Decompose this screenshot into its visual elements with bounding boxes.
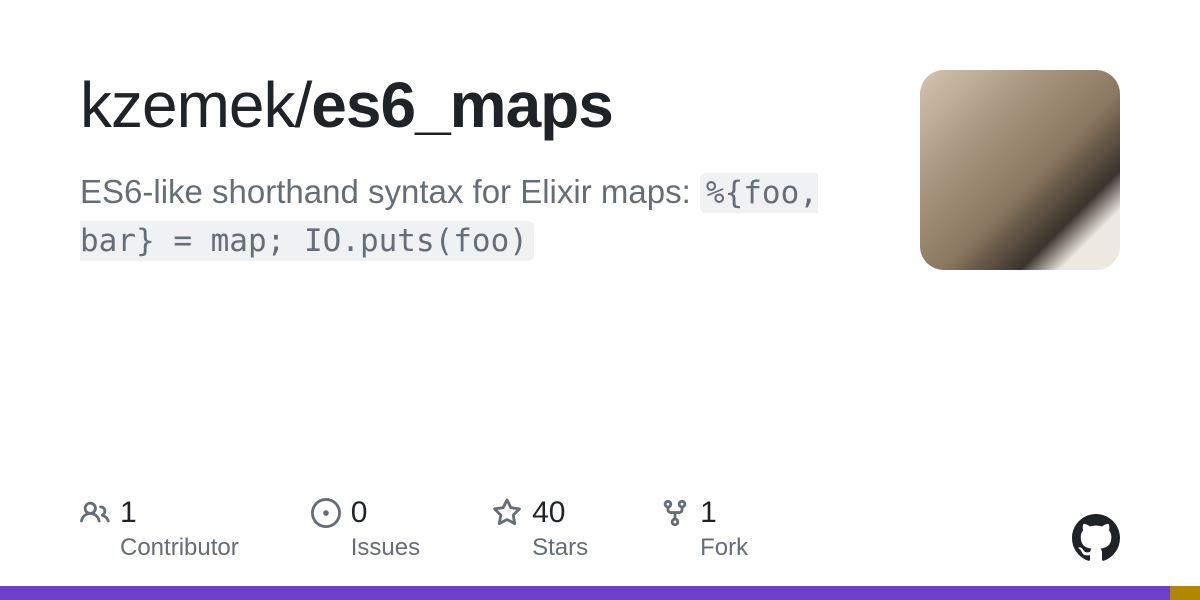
stat-forks[interactable]: 1 Fork [660,496,748,562]
repo-stats: 1 Contributor 0 Issues 40 Stars 1 Fork [80,496,748,562]
people-icon [80,498,110,528]
contributors-label: Contributor [120,534,239,562]
repo-description: ES6-like shorthand syntax for Elixir map… [80,168,880,264]
stat-issues[interactable]: 0 Issues [311,496,420,562]
forks-label: Fork [700,534,748,562]
stars-label: Stars [532,534,588,562]
star-icon [492,498,522,528]
issues-count: 0 [351,496,368,530]
repo-content: kzemek/es6_maps ES6-like shorthand synta… [80,70,920,264]
issues-label: Issues [351,534,420,562]
repo-title[interactable]: kzemek/es6_maps [80,70,880,140]
issue-icon [311,498,341,528]
contributors-count: 1 [120,496,137,530]
repo-name: es6_maps [311,69,613,141]
github-logo-icon[interactable] [1072,514,1120,562]
language-bar [0,586,1200,600]
stat-stars[interactable]: 40 Stars [492,496,588,562]
repo-owner: kzemek [80,69,295,141]
description-text: ES6-like shorthand syntax for Elixir map… [80,173,700,210]
forks-count: 1 [700,496,717,530]
stat-contributors[interactable]: 1 Contributor [80,496,239,562]
fork-icon [660,498,690,528]
repo-card-main: kzemek/es6_maps ES6-like shorthand synta… [0,0,1200,270]
owner-avatar[interactable] [920,70,1120,270]
stars-count: 40 [532,496,565,530]
